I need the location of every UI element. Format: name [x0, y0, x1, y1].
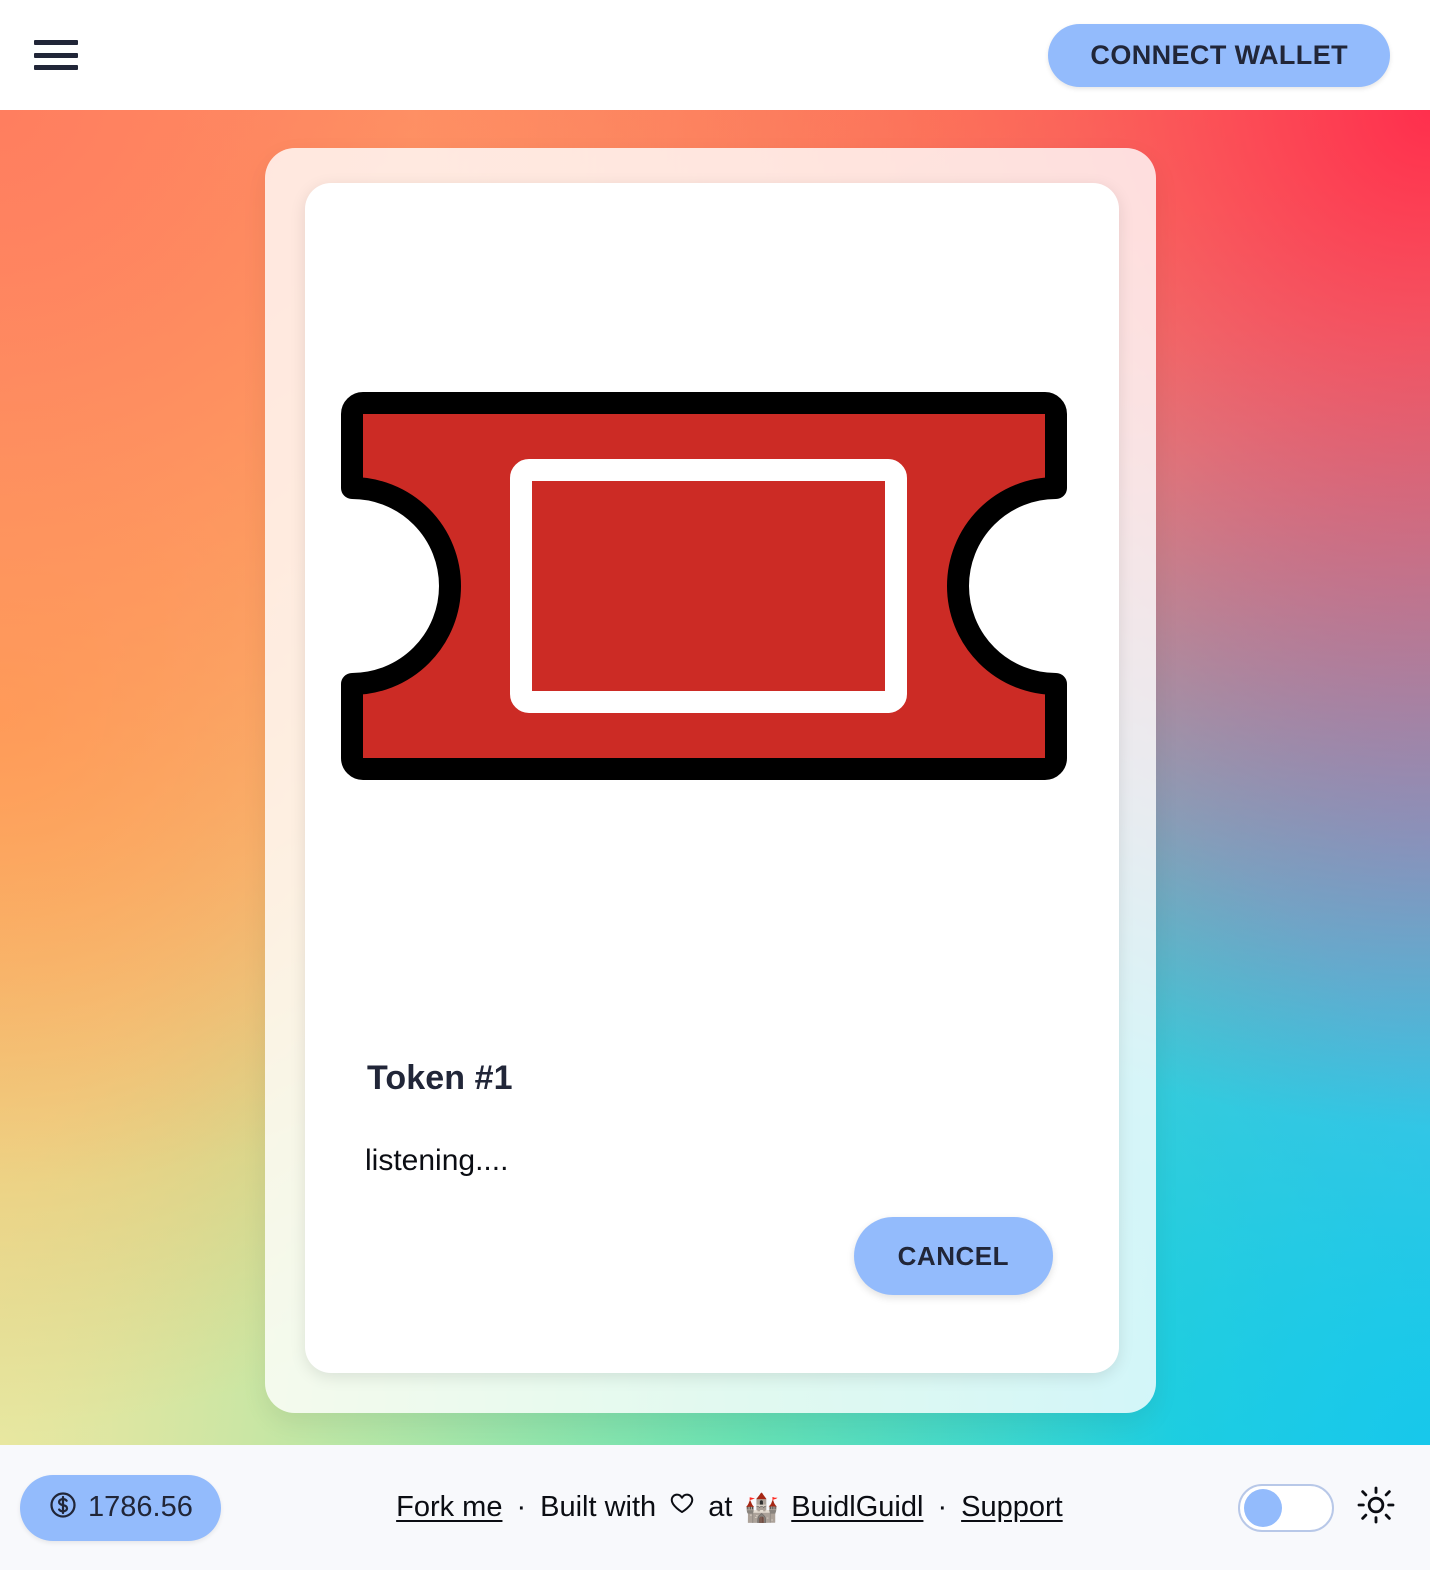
footer-bar: 1786.56 Fork me · Built with at 🏰 BuidlG…	[0, 1445, 1430, 1570]
castle-icon: 🏰	[744, 1491, 780, 1523]
token-title: Token #1	[367, 1059, 513, 1097]
circled-dollar-icon	[48, 1490, 78, 1526]
token-status-text: listening....	[365, 1144, 509, 1177]
footer-separator-2: ·	[937, 1491, 948, 1523]
hamburger-bar-3	[34, 65, 78, 70]
footer-controls	[1238, 1483, 1396, 1532]
gradient-background: Token #1 listening.... CANCEL	[0, 110, 1430, 1445]
sun-icon[interactable]	[1356, 1485, 1396, 1530]
footer-separator-1: ·	[516, 1491, 527, 1523]
token-card-frame: Token #1 listening.... CANCEL	[265, 148, 1156, 1413]
hamburger-menu-icon[interactable]	[34, 38, 78, 72]
at-label: at	[708, 1491, 733, 1523]
top-navbar: CONNECT WALLET	[0, 0, 1430, 110]
support-link[interactable]: Support	[961, 1491, 1063, 1524]
built-with-label: Built with	[540, 1491, 657, 1523]
cancel-button[interactable]: CANCEL	[853, 1217, 1053, 1295]
theme-toggle-knob	[1244, 1488, 1282, 1527]
fork-me-link[interactable]: Fork me	[396, 1491, 502, 1524]
app-root: CONNECT WALLET Token #1 listening.... CA…	[0, 0, 1430, 1570]
theme-toggle-switch[interactable]	[1238, 1483, 1334, 1532]
eth-price-value: 1786.56	[88, 1491, 193, 1523]
eth-price-badge[interactable]: 1786.56	[20, 1474, 221, 1541]
hamburger-bar-2	[34, 52, 78, 58]
ticket-icon	[341, 392, 1067, 780]
footer-links: Fork me · Built with at 🏰 BuidlGuidl · S…	[221, 1490, 1238, 1526]
token-card: Token #1 listening.... CANCEL	[305, 183, 1119, 1373]
buidlguidl-link[interactable]: BuidlGuidl	[791, 1491, 923, 1524]
connect-wallet-button[interactable]: CONNECT WALLET	[1048, 23, 1390, 87]
hamburger-bar-1	[34, 40, 78, 45]
heart-outline-icon	[668, 1490, 696, 1526]
